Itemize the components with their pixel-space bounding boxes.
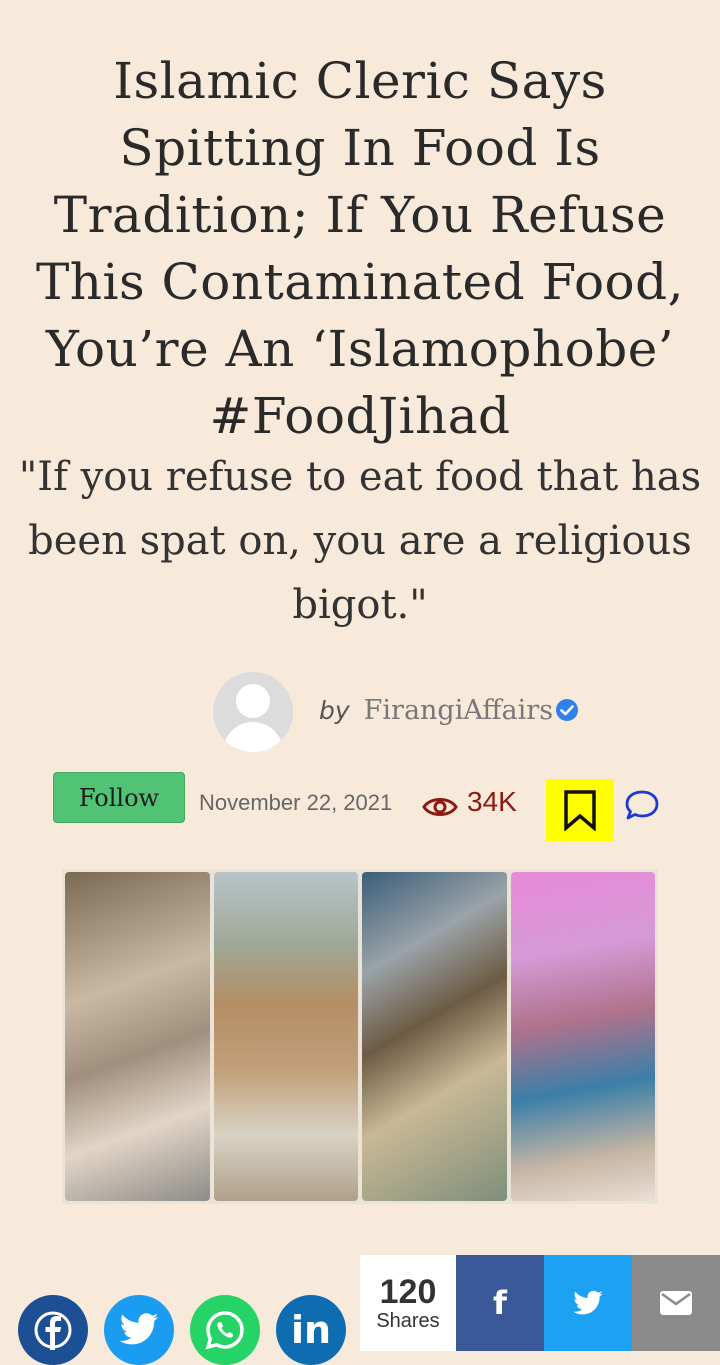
share-count-label: Shares	[376, 1309, 440, 1332]
share-count-number: 120	[379, 1272, 437, 1311]
byline-prefix: by	[319, 695, 350, 725]
whatsapp-share-button[interactable]	[190, 1295, 260, 1365]
verified-check-icon	[556, 699, 579, 721]
follow-button[interactable]: Follow	[53, 772, 185, 823]
author-avatar[interactable]	[213, 672, 293, 752]
image-panel	[510, 872, 655, 1201]
byline: by FirangiAffairs	[319, 690, 579, 730]
twitter-share-button[interactable]	[104, 1295, 174, 1365]
article-title: Islamic Cleric Says Spitting In Food Is …	[35, 51, 685, 445]
email-bar-button[interactable]	[632, 1255, 720, 1351]
comment-icon[interactable]	[624, 788, 660, 822]
article-subtitle: "If you refuse to eat food that has been…	[18, 454, 702, 628]
mail-icon	[660, 1291, 692, 1315]
publish-date: November 22, 2021	[199, 790, 393, 815]
linkedin-share-button[interactable]: in	[276, 1295, 346, 1365]
facebook-bar-button[interactable]: f	[456, 1255, 544, 1351]
facebook-icon: f	[493, 1284, 507, 1322]
facebook-share-button[interactable]	[18, 1295, 88, 1365]
twitter-icon	[119, 1313, 159, 1345]
share-count: 120 Shares	[360, 1255, 456, 1351]
bookmark-icon	[564, 790, 596, 831]
twitter-icon	[573, 1290, 603, 1314]
linkedin-icon: in	[290, 1308, 332, 1352]
author-name[interactable]: FirangiAffairs	[364, 695, 553, 726]
image-panel	[65, 872, 210, 1201]
facebook-icon	[34, 1311, 72, 1350]
whatsapp-icon	[205, 1311, 244, 1350]
image-panel	[362, 872, 507, 1201]
image-panel	[213, 872, 358, 1201]
view-count: 34K	[467, 786, 517, 817]
twitter-bar-button[interactable]	[544, 1255, 632, 1351]
eye-icon	[422, 798, 458, 816]
bookmark-button[interactable]	[546, 779, 614, 841]
article-hero-image	[62, 869, 658, 1204]
